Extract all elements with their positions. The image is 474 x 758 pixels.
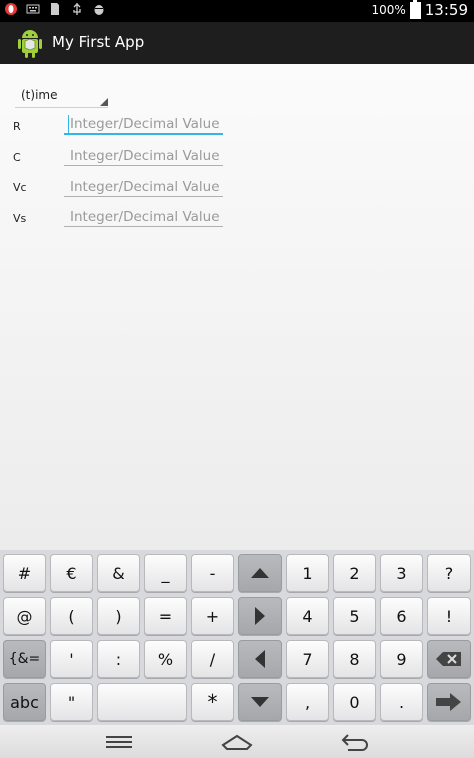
android-debug-icon — [94, 5, 104, 15]
key[interactable]: # — [3, 554, 46, 592]
sd-card-icon — [51, 3, 59, 15]
key[interactable]: ! — [427, 597, 471, 635]
key[interactable]: ' — [50, 640, 93, 678]
android-app-icon[interactable] — [14, 26, 46, 60]
arrow-up-icon — [251, 568, 269, 578]
cursor-left-key[interactable] — [238, 640, 282, 678]
arrow-down-icon — [251, 697, 269, 707]
opera-icon — [5, 3, 17, 15]
key[interactable]: = — [144, 597, 187, 635]
clock: 13:59 — [424, 1, 468, 19]
spinner-value: (t)ime — [21, 88, 58, 102]
label-r: R — [13, 120, 21, 133]
home-icon — [221, 734, 253, 750]
app-title: My First App — [52, 33, 145, 51]
key[interactable]: 1 — [286, 554, 329, 592]
arrow-right-icon — [255, 607, 265, 625]
key[interactable]: 0 — [333, 683, 376, 721]
label-c: C — [13, 151, 21, 164]
space-key[interactable] — [97, 683, 187, 721]
battery-percent: 100% — [371, 3, 406, 17]
backspace-key[interactable] — [427, 640, 471, 678]
home-button[interactable] — [217, 729, 257, 755]
key[interactable]: * — [191, 683, 234, 721]
arrow-left-icon — [255, 650, 265, 668]
back-icon — [341, 734, 368, 751]
spinner-arrow-icon — [100, 98, 108, 106]
key[interactable]: 6 — [380, 597, 423, 635]
key[interactable]: @ — [3, 597, 46, 635]
label-vs: Vs — [13, 212, 27, 225]
status-bar: 100% 13:59 — [0, 0, 474, 22]
navigation-bar — [0, 725, 474, 758]
key[interactable]: ? — [427, 554, 471, 592]
key[interactable]: ( — [50, 597, 93, 635]
soft-keyboard: # € & _ - 1 2 3 ? @ ( ) = + 4 5 6 ! {&= … — [0, 550, 474, 725]
form-area: (t)ime R C Vc Vs — [0, 64, 474, 550]
c-input[interactable] — [64, 146, 223, 166]
vc-input[interactable] — [64, 177, 223, 197]
vs-input[interactable] — [64, 207, 223, 227]
key[interactable]: : — [97, 640, 140, 678]
backspace-icon — [436, 652, 461, 666]
next-arrow-icon — [436, 693, 461, 711]
key[interactable]: " — [50, 683, 93, 721]
key[interactable]: 3 — [380, 554, 423, 592]
next-key[interactable] — [427, 683, 471, 721]
menu-button[interactable] — [99, 729, 139, 755]
mode-spinner[interactable]: (t)ime — [15, 85, 108, 108]
key[interactable]: & — [97, 554, 140, 592]
key[interactable]: / — [191, 640, 234, 678]
label-vc: Vc — [13, 181, 27, 194]
key[interactable]: 7 — [286, 640, 329, 678]
cursor-right-key[interactable] — [238, 597, 282, 635]
symbols-key[interactable]: {&= — [3, 640, 46, 678]
usb-icon — [73, 3, 81, 15]
key[interactable]: % — [144, 640, 187, 678]
key[interactable]: 2 — [333, 554, 376, 592]
key[interactable]: 8 — [333, 640, 376, 678]
battery-icon — [409, 0, 421, 19]
cursor-down-key[interactable] — [238, 683, 282, 721]
key[interactable]: 9 — [380, 640, 423, 678]
key[interactable]: 5 — [333, 597, 376, 635]
key[interactable]: . — [380, 683, 423, 721]
key[interactable]: 4 — [286, 597, 329, 635]
key[interactable]: , — [286, 683, 329, 721]
r-input[interactable] — [64, 115, 223, 135]
key[interactable]: + — [191, 597, 234, 635]
key[interactable]: € — [50, 554, 93, 592]
abc-key[interactable]: abc — [3, 683, 46, 721]
key[interactable]: ) — [97, 597, 140, 635]
key[interactable]: _ — [144, 554, 187, 592]
menu-icon — [106, 736, 132, 748]
cursor-up-key[interactable] — [238, 554, 282, 592]
action-bar: My First App — [0, 22, 474, 64]
text-cursor — [68, 115, 69, 133]
back-button[interactable] — [335, 729, 375, 755]
keyboard-icon — [26, 4, 40, 14]
key[interactable]: - — [191, 554, 234, 592]
